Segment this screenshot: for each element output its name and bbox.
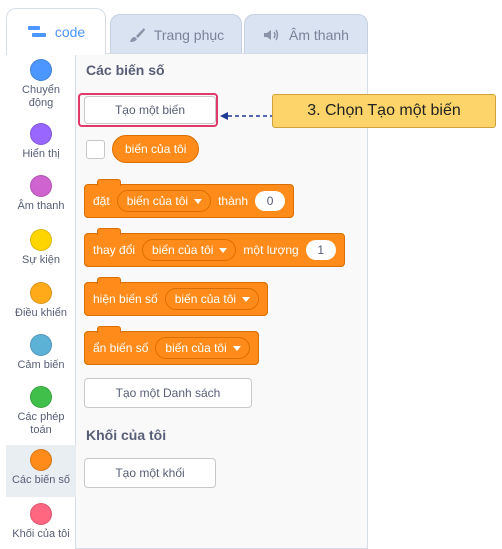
category-my-blocks[interactable]: Khối của tôi (6, 503, 76, 549)
make-block-button[interactable]: Tạo một khối (84, 458, 216, 488)
chevron-down-icon (219, 247, 228, 253)
category-dot-icon (30, 282, 52, 304)
category-dot-icon (30, 229, 52, 251)
variable-dropdown[interactable]: biến của tôi (164, 288, 260, 310)
category-label: Sự kiện (22, 254, 60, 266)
category-label: Âm thanh (17, 200, 65, 212)
variable-checkbox[interactable] (86, 140, 105, 159)
category-motion[interactable]: Chuyển động (6, 59, 76, 117)
category-label: Điều khiển (15, 307, 67, 319)
tab-sounds-label: Âm thanh (289, 26, 349, 43)
variables-heading: Các biến số (86, 62, 165, 78)
dropdown-label: biến của tôi (126, 194, 189, 208)
category-label: Khối của tôi (12, 528, 70, 540)
category-variables[interactable]: Các biến số (6, 445, 76, 497)
brush-icon (128, 27, 146, 43)
category-control[interactable]: Điều khiển (6, 282, 76, 328)
category-operators[interactable]: Các phép toán (6, 386, 76, 444)
tab-code[interactable]: code (6, 8, 106, 55)
tab-sounds[interactable]: Âm thanh (244, 14, 368, 54)
tab-costumes-label: Trang phục (153, 26, 225, 43)
change-block-suffix: một lượng (243, 243, 299, 257)
category-dot-icon (30, 386, 52, 408)
callout-arrow-icon (220, 112, 274, 120)
variable-dropdown[interactable]: biến của tôi (155, 337, 250, 359)
category-label: Các biến số (11, 474, 71, 486)
hide-variable-block[interactable]: ẩn biến số biến của tôi (84, 326, 259, 365)
category-dot-icon (30, 449, 52, 471)
value-input[interactable]: 1 (305, 240, 336, 260)
change-block-prefix: thay đổi (93, 243, 136, 257)
tab-code-label: code (54, 24, 86, 40)
category-dot-icon (30, 175, 52, 197)
category-dot-icon (30, 59, 52, 81)
dropdown-label: biến của tôi (165, 341, 227, 355)
category-menu: Chuyển động Hiển thị Âm thanh Sự kiện Đi… (6, 53, 76, 549)
hide-block-prefix: ẩn biến số (93, 341, 149, 355)
set-block-prefix: đặt (93, 194, 110, 208)
dropdown-label: biến của tôi (174, 292, 237, 306)
variable-dropdown[interactable]: biến của tôi (116, 190, 212, 212)
category-looks[interactable]: Hiển thị (6, 123, 76, 169)
value-input[interactable]: 0 (255, 191, 286, 211)
category-dot-icon (30, 503, 52, 525)
category-dot-icon (30, 123, 52, 145)
tab-costumes[interactable]: Trang phục (110, 14, 242, 54)
set-variable-block[interactable]: đặt biến của tôi thành 0 (84, 179, 295, 218)
category-sensing[interactable]: Cảm biến (6, 334, 76, 380)
change-variable-block[interactable]: thay đổi biến của tôi một lượng 1 (84, 228, 345, 267)
code-icon (27, 25, 47, 39)
variable-reporter-block[interactable]: biến của tôi (112, 135, 200, 163)
show-variable-block[interactable]: hiện biến số biến của tôi (84, 277, 269, 316)
variable-reporter-label: biến của tôi (125, 142, 187, 156)
chevron-down-icon (232, 345, 241, 351)
category-label: Hiển thị (22, 148, 60, 160)
editor-tabs: code Trang phục Âm thanh (6, 8, 368, 55)
category-label: Các phép toán (17, 411, 65, 436)
speaker-icon (263, 28, 281, 42)
category-events[interactable]: Sự kiện (6, 229, 76, 275)
make-list-button[interactable]: Tạo một Danh sách (84, 378, 252, 408)
set-block-suffix: thành (218, 194, 249, 208)
instruction-callout: 3. Chọn Tạo một biến (272, 94, 496, 128)
category-label: Cảm biến (17, 359, 65, 371)
highlight-box (78, 93, 218, 127)
chevron-down-icon (194, 198, 203, 204)
chevron-down-icon (242, 296, 251, 302)
dropdown-label: biến của tôi (152, 243, 214, 257)
variable-dropdown[interactable]: biến của tôi (142, 239, 237, 261)
category-label: Chuyển động (22, 84, 60, 109)
show-block-prefix: hiện biến số (93, 292, 158, 306)
category-dot-icon (30, 334, 52, 356)
category-sound[interactable]: Âm thanh (6, 175, 76, 221)
my-blocks-heading: Khối của tôi (86, 427, 167, 443)
